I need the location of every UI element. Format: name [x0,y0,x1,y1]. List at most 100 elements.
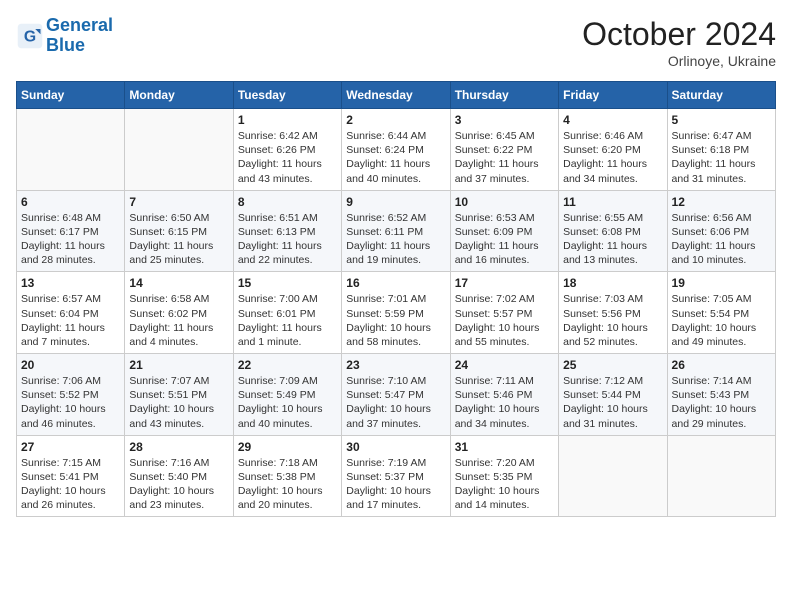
day-info: Sunrise: 6:52 AM Sunset: 6:11 PM Dayligh… [346,211,445,268]
calendar-cell: 28 Sunrise: 7:16 AM Sunset: 5:40 PM Dayli… [125,435,233,517]
day-info: Sunrise: 6:46 AM Sunset: 6:20 PM Dayligh… [563,129,662,186]
day-number: 14 [129,276,228,290]
calendar-cell: 23 Sunrise: 7:10 AM Sunset: 5:47 PM Dayli… [342,354,450,436]
day-info: Sunrise: 7:05 AM Sunset: 5:54 PM Dayligh… [672,292,771,349]
day-number: 30 [346,440,445,454]
calendar-body: 1Sunrise: 6:42 AM Sunset: 6:26 PM Daylig… [17,109,776,517]
calendar-cell: 7Sunrise: 6:50 AM Sunset: 6:15 PM Daylig… [125,190,233,272]
calendar-cell: 25 Sunrise: 7:12 AM Sunset: 5:44 PM Dayli… [559,354,667,436]
day-info: Sunrise: 6:57 AM Sunset: 6:04 PM Dayligh… [21,292,120,349]
calendar-week-1: 1Sunrise: 6:42 AM Sunset: 6:26 PM Daylig… [17,109,776,191]
column-header-tuesday: Tuesday [233,82,341,109]
calendar-cell: 5 Sunrise: 6:47 AM Sunset: 6:18 PM Daylig… [667,109,775,191]
day-info: Sunrise: 6:44 AM Sunset: 6:24 PM Dayligh… [346,129,445,186]
calendar-cell: 26 Sunrise: 7:14 AM Sunset: 5:43 PM Dayli… [667,354,775,436]
calendar-cell: 21Sunrise: 7:07 AM Sunset: 5:51 PM Dayli… [125,354,233,436]
day-info: Sunrise: 6:55 AM Sunset: 6:08 PM Dayligh… [563,211,662,268]
calendar-cell: 19 Sunrise: 7:05 AM Sunset: 5:54 PM Dayli… [667,272,775,354]
calendar-cell: 22 Sunrise: 7:09 AM Sunset: 5:49 PM Dayli… [233,354,341,436]
logo: G General Blue [16,16,113,56]
day-number: 16 [346,276,445,290]
calendar-cell: 3 Sunrise: 6:45 AM Sunset: 6:22 PM Daylig… [450,109,558,191]
day-number: 9 [346,195,445,209]
day-number: 8 [238,195,337,209]
calendar-cell: 17 Sunrise: 7:02 AM Sunset: 5:57 PM Dayli… [450,272,558,354]
calendar-cell [125,109,233,191]
day-info: Sunrise: 7:16 AM Sunset: 5:40 PM Dayligh… [129,456,228,513]
month-title: October 2024 [582,16,776,53]
calendar-cell: 18 Sunrise: 7:03 AM Sunset: 5:56 PM Dayli… [559,272,667,354]
day-number: 25 [563,358,662,372]
logo-blue: Blue [46,35,85,55]
day-info: Sunrise: 7:15 AM Sunset: 5:41 PM Dayligh… [21,456,120,513]
day-info: Sunrise: 7:14 AM Sunset: 5:43 PM Dayligh… [672,374,771,431]
day-info: Sunrise: 6:42 AM Sunset: 6:26 PM Dayligh… [238,129,337,186]
day-number: 28 [129,440,228,454]
day-info: Sunrise: 7:19 AM Sunset: 5:37 PM Dayligh… [346,456,445,513]
day-number: 17 [455,276,554,290]
day-number: 2 [346,113,445,127]
calendar-cell: 24Sunrise: 7:11 AM Sunset: 5:46 PM Dayli… [450,354,558,436]
day-number: 15 [238,276,337,290]
calendar-cell: 20 Sunrise: 7:06 AM Sunset: 5:52 PM Dayli… [17,354,125,436]
day-number: 31 [455,440,554,454]
column-header-wednesday: Wednesday [342,82,450,109]
day-number: 10 [455,195,554,209]
day-number: 22 [238,358,337,372]
calendar-cell: 13 Sunrise: 6:57 AM Sunset: 6:04 PM Dayli… [17,272,125,354]
column-header-sunday: Sunday [17,82,125,109]
calendar-cell: 2 Sunrise: 6:44 AM Sunset: 6:24 PM Daylig… [342,109,450,191]
day-info: Sunrise: 7:02 AM Sunset: 5:57 PM Dayligh… [455,292,554,349]
day-number: 4 [563,113,662,127]
day-number: 18 [563,276,662,290]
calendar-cell: 29Sunrise: 7:18 AM Sunset: 5:38 PM Dayli… [233,435,341,517]
calendar-cell: 12 Sunrise: 6:56 AM Sunset: 6:06 PM Dayli… [667,190,775,272]
calendar-cell: 4 Sunrise: 6:46 AM Sunset: 6:20 PM Daylig… [559,109,667,191]
day-info: Sunrise: 6:47 AM Sunset: 6:18 PM Dayligh… [672,129,771,186]
calendar-cell [17,109,125,191]
calendar-table: SundayMondayTuesdayWednesdayThursdayFrid… [16,81,776,517]
page-header: G General Blue October 2024 Orlinoye, Uk… [16,16,776,69]
day-info: Sunrise: 7:03 AM Sunset: 5:56 PM Dayligh… [563,292,662,349]
day-info: Sunrise: 6:58 AM Sunset: 6:02 PM Dayligh… [129,292,228,349]
day-info: Sunrise: 7:10 AM Sunset: 5:47 PM Dayligh… [346,374,445,431]
column-header-saturday: Saturday [667,82,775,109]
day-number: 7 [129,195,228,209]
calendar-week-2: 6Sunrise: 6:48 AM Sunset: 6:17 PM Daylig… [17,190,776,272]
day-number: 19 [672,276,771,290]
day-number: 5 [672,113,771,127]
day-number: 24 [455,358,554,372]
logo-icon: G [16,22,44,50]
day-number: 13 [21,276,120,290]
title-block: October 2024 Orlinoye, Ukraine [582,16,776,69]
calendar-cell: 10 Sunrise: 6:53 AM Sunset: 6:09 PM Dayli… [450,190,558,272]
day-number: 12 [672,195,771,209]
day-number: 3 [455,113,554,127]
day-number: 21 [129,358,228,372]
day-info: Sunrise: 6:53 AM Sunset: 6:09 PM Dayligh… [455,211,554,268]
day-info: Sunrise: 6:45 AM Sunset: 6:22 PM Dayligh… [455,129,554,186]
day-info: Sunrise: 7:06 AM Sunset: 5:52 PM Dayligh… [21,374,120,431]
logo-text: General Blue [46,16,113,56]
day-info: Sunrise: 7:00 AM Sunset: 6:01 PM Dayligh… [238,292,337,349]
svg-text:G: G [24,28,36,45]
day-info: Sunrise: 6:56 AM Sunset: 6:06 PM Dayligh… [672,211,771,268]
calendar-cell [667,435,775,517]
calendar-cell: 1Sunrise: 6:42 AM Sunset: 6:26 PM Daylig… [233,109,341,191]
calendar-cell: 8Sunrise: 6:51 AM Sunset: 6:13 PM Daylig… [233,190,341,272]
calendar-cell: 14 Sunrise: 6:58 AM Sunset: 6:02 PM Dayli… [125,272,233,354]
calendar-week-3: 13 Sunrise: 6:57 AM Sunset: 6:04 PM Dayli… [17,272,776,354]
day-number: 23 [346,358,445,372]
day-number: 20 [21,358,120,372]
day-number: 11 [563,195,662,209]
calendar-cell: 9 Sunrise: 6:52 AM Sunset: 6:11 PM Daylig… [342,190,450,272]
day-number: 26 [672,358,771,372]
header-row: SundayMondayTuesdayWednesdayThursdayFrid… [17,82,776,109]
day-number: 6 [21,195,120,209]
day-info: Sunrise: 7:18 AM Sunset: 5:38 PM Dayligh… [238,456,337,513]
column-header-monday: Monday [125,82,233,109]
day-info: Sunrise: 7:09 AM Sunset: 5:49 PM Dayligh… [238,374,337,431]
day-number: 27 [21,440,120,454]
day-info: Sunrise: 7:12 AM Sunset: 5:44 PM Dayligh… [563,374,662,431]
calendar-cell: 27 Sunrise: 7:15 AM Sunset: 5:41 PM Dayli… [17,435,125,517]
